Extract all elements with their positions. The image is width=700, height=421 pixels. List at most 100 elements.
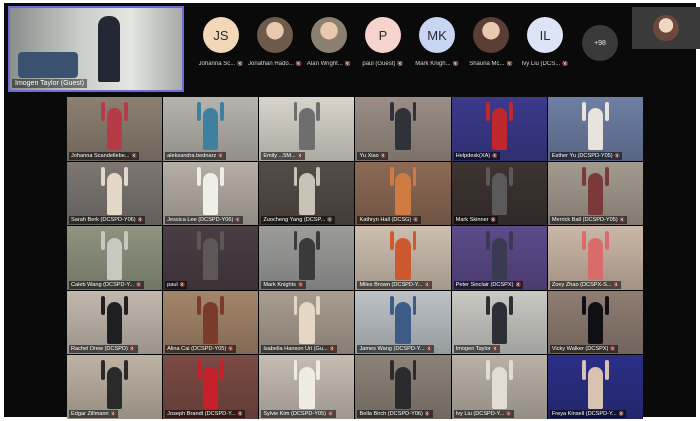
attendee-name-text: Ivy Liu (DCS... bbox=[521, 61, 561, 67]
video-tile[interactable]: Peter Sinclair (DCSPX) 🔇 bbox=[451, 226, 547, 290]
video-tile[interactable]: Rachel Drew (DCSPD) 🔇 bbox=[67, 290, 163, 355]
participant-arm-left bbox=[101, 102, 106, 122]
participant-name-label: Imogen Taylor 🔇 bbox=[453, 345, 501, 354]
video-tile[interactable]: Alina Cai (DCSPD-Y05) 🔇 bbox=[163, 290, 259, 355]
participant-figure bbox=[106, 173, 123, 215]
participant-arm-right bbox=[124, 231, 128, 251]
participant-figure bbox=[203, 173, 219, 215]
participant-figure bbox=[491, 237, 507, 280]
video-tile[interactable]: Miles Brown (DCSPD-Y... 🔇 bbox=[355, 226, 451, 290]
participant-arm-right bbox=[124, 295, 128, 315]
video-tile[interactable]: Zoey Zhao (DCSPX-S... 🔇 bbox=[547, 226, 643, 290]
participant-figure bbox=[491, 302, 507, 345]
participant-name-label: Caleb Wang (DCSPD-Y... 🔇 bbox=[69, 280, 144, 289]
participant-name: James Wang (DCSPD-Y... bbox=[359, 346, 425, 353]
participant-arm-left bbox=[582, 102, 586, 122]
participant-figure bbox=[491, 366, 507, 409]
video-tile[interactable]: Yu Xiao 🔇 bbox=[355, 97, 451, 161]
video-tile[interactable]: Sylvie Kim (DCSPD-Y05) 🔇 bbox=[259, 355, 355, 419]
video-tile[interactable]: Jessica Lee (DCSPD-Y06) 🔇 bbox=[163, 161, 259, 226]
attendee[interactable]: Jonathan Hado... 🔇 bbox=[248, 17, 302, 67]
video-tile[interactable]: Vicky Walker (DCSPX) 🔇 bbox=[547, 290, 643, 355]
participant-arm-right bbox=[508, 102, 513, 122]
video-tile[interactable]: Emily ...5M... 🔇 bbox=[259, 97, 355, 161]
attendee-avatar bbox=[473, 17, 509, 53]
participant-figure bbox=[203, 237, 219, 280]
video-tile[interactable]: Imogen Taylor 🔇 bbox=[451, 290, 547, 355]
video-tile[interactable]: Esther Yu (DCSPD-Y05) 🔇 bbox=[547, 97, 643, 161]
participant-figure bbox=[106, 237, 123, 280]
participant-name-label: Kathryn Hall (DCSG) 🔇 bbox=[357, 216, 422, 225]
attendee[interactable]: Ppaul (Guest) 🔇 bbox=[356, 17, 410, 67]
participant-arm-left bbox=[197, 166, 202, 186]
mic-muted-icon: 🔇 bbox=[110, 410, 117, 416]
participant-figure bbox=[491, 173, 507, 215]
participant-name: Esther Yu (DCSPD-Y05) bbox=[551, 152, 613, 159]
video-tile[interactable]: Caleb Wang (DCSPD-Y... 🔇 bbox=[67, 226, 163, 290]
video-tile[interactable]: Bella Birch (DCSPD-Y06) 🔇 bbox=[355, 355, 451, 419]
attendee[interactable]: Shauna Mc... 🔇 bbox=[464, 17, 518, 67]
participant-figure bbox=[587, 173, 603, 215]
participant-name-label: Sarah Berk (DCSPD-Y06) 🔇 bbox=[69, 216, 146, 225]
participant-figure bbox=[587, 108, 603, 151]
video-tile[interactable]: Sarah Berk (DCSPD-Y06) 🔇 bbox=[67, 161, 163, 226]
video-tile[interactable]: Zuocheng Yang (DCSP... 🔇 bbox=[259, 161, 355, 226]
pinned-video-person bbox=[98, 16, 120, 82]
pinned-video[interactable]: Imogen Taylor (Guest) bbox=[8, 6, 184, 92]
mic-muted-icon: 🔇 bbox=[237, 61, 244, 67]
self-view[interactable] bbox=[632, 7, 700, 49]
participant-arm-left bbox=[389, 360, 394, 380]
more-attendees-button[interactable]: +98 bbox=[582, 25, 618, 61]
attendee[interactable]: Alan Wright... 🔇 bbox=[302, 17, 356, 67]
mic-muted-icon: 🔇 bbox=[619, 217, 626, 223]
video-tile[interactable]: James Wang (DCSPD-Y... 🔇 bbox=[355, 290, 451, 355]
participant-arm-right bbox=[316, 295, 321, 315]
participant-name: Miles Brown (DCSPD-Y... bbox=[359, 281, 423, 288]
participant-name-label: Mark Skinner 🔇 bbox=[453, 216, 499, 225]
participant-arm-left bbox=[197, 360, 202, 380]
video-tile[interactable]: aleksandra.bednarz 🔇 bbox=[163, 97, 259, 161]
video-tile[interactable]: Johanna Scandellebe... 🔇 bbox=[67, 97, 163, 161]
video-tile[interactable]: Freya Kinsell (DCSPD-Y... 🔇 bbox=[547, 355, 643, 419]
participant-name-label: Peter Sinclair (DCSPX) 🔇 bbox=[453, 280, 524, 289]
mic-muted-icon: 🔇 bbox=[515, 281, 522, 287]
attendee-name: Mark Knigh... 🔇 bbox=[410, 61, 464, 67]
participant-name: Helpdesk(XA) bbox=[455, 152, 491, 159]
participant-name-label: Joseph Brandt (DCSPD-Y... 🔇 bbox=[165, 409, 246, 418]
mic-muted-icon: 🔇 bbox=[424, 281, 431, 287]
video-tile[interactable]: Mark Skinner 🔇 bbox=[451, 161, 547, 226]
participant-arm-right bbox=[604, 295, 609, 315]
mic-muted-icon: 🔇 bbox=[610, 346, 617, 352]
video-tile[interactable]: Joseph Brandt (DCSPD-Y... 🔇 bbox=[163, 355, 259, 419]
mic-muted-icon: 🔇 bbox=[492, 346, 499, 352]
video-tile[interactable]: Kathryn Hall (DCSG) 🔇 bbox=[355, 161, 451, 226]
video-tile[interactable]: Ivy Liu (DCSPD-Y... 🔇 bbox=[451, 355, 547, 419]
participant-figure bbox=[587, 237, 603, 280]
participant-name: Isabella Hanson Uri (Gu... bbox=[263, 346, 328, 353]
participant-arm-right bbox=[604, 360, 609, 380]
video-tile[interactable]: Edgar Zillmann 🔇 bbox=[67, 355, 163, 419]
mic-muted-icon: 🔇 bbox=[136, 281, 142, 287]
participant-arm-left bbox=[293, 166, 298, 186]
participant-name-label: Zoey Zhao (DCSPX-S... 🔇 bbox=[549, 280, 622, 289]
self-avatar bbox=[653, 15, 679, 41]
mic-muted-icon: 🔇 bbox=[228, 346, 234, 352]
participant-name: paul bbox=[167, 281, 178, 288]
participant-name-label: Sylvie Kim (DCSPD-Y05) 🔇 bbox=[261, 409, 336, 418]
video-tile[interactable]: Mark Knights 🔇 bbox=[259, 226, 355, 290]
participant-figure bbox=[203, 108, 219, 151]
video-tile[interactable]: Merrick Ball (DCSPD-Y05) 🔇 bbox=[547, 161, 643, 226]
video-tile[interactable]: Isabella Hanson Uri (Gu... 🔇 bbox=[259, 290, 355, 355]
participant-figure bbox=[395, 237, 411, 280]
attendee[interactable]: IL Ivy Liu (DCS... 🔇 bbox=[518, 17, 572, 67]
attendee[interactable]: MK Mark Knigh... 🔇 bbox=[410, 17, 464, 67]
attendee[interactable]: JS Johanna Sc... 🔇 bbox=[194, 17, 248, 67]
attendee-name-text: Alan Wright... bbox=[306, 61, 343, 67]
participant-name: Edgar Zillmann bbox=[71, 410, 109, 417]
participant-arm-right bbox=[316, 166, 321, 186]
participant-name: Mark Knights bbox=[263, 281, 296, 288]
video-tile[interactable]: Helpdesk(XA) 🔇 bbox=[451, 97, 547, 161]
participant-name: Alina Cai (DCSPD-Y05) bbox=[167, 346, 227, 353]
video-tile[interactable]: paul 🔇 bbox=[163, 226, 259, 290]
participant-name: Jessica Lee (DCSPD-Y06) bbox=[167, 217, 234, 224]
